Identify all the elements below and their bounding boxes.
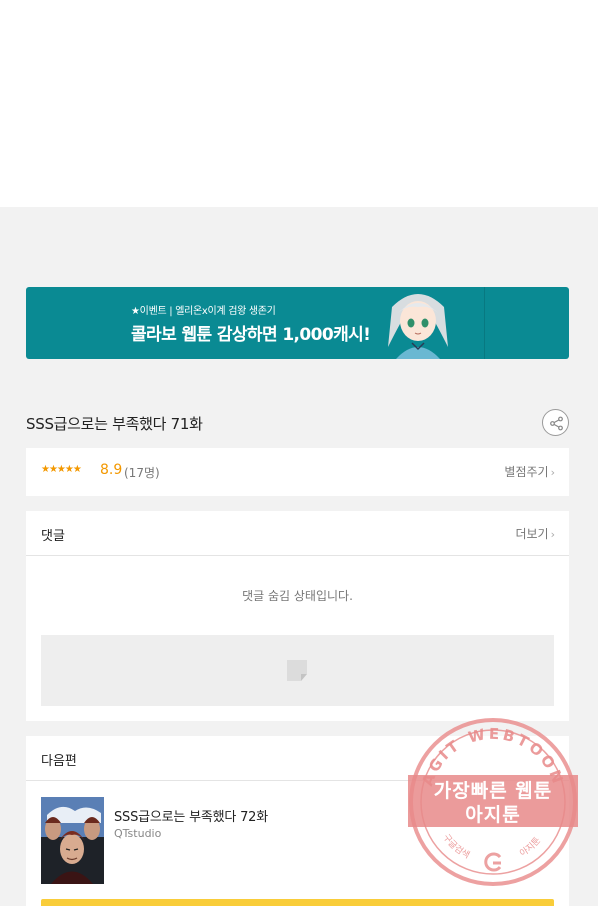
comments-more-label: 더보기 (515, 527, 549, 541)
next-episode-thumbnail[interactable] (41, 797, 104, 884)
rating-score: 8.9 (100, 462, 123, 478)
share-icon (550, 416, 563, 431)
comments-more-button[interactable]: 더보기 › (515, 525, 555, 542)
next-episode-title[interactable]: SSS급으로는 부족했다 72화 (114, 806, 268, 825)
rate-button-label: 별점주기 (504, 465, 549, 479)
next-episode-studio: QTstudio (114, 827, 162, 840)
watermark-line2: 아지툰 (465, 804, 521, 826)
comments-title: 댓글 (41, 529, 65, 544)
note-icon (287, 660, 307, 681)
banner-title: 콜라보 웹툰 감상하면 1,000캐시! (131, 325, 371, 345)
banner-character-illustration (388, 294, 448, 359)
comments-card: 댓글 더보기 › 댓글 숨김 상태입니다. (26, 511, 569, 721)
watermark-line1: 가장빠른 웹툰 (433, 780, 553, 802)
banner-subtitle: ★이벤트 | 엘리온x이계 검왕 생존기 (131, 306, 276, 317)
comment-input-area[interactable] (41, 635, 554, 706)
banner-divider (484, 287, 485, 359)
episode-title: SSS급으로는 부족했다 71화 (26, 415, 203, 433)
chevron-right-icon: › (550, 528, 555, 541)
rating-stars-icon: ★★★★★ (41, 464, 82, 475)
share-button[interactable] (542, 409, 569, 436)
rating-card: ★★★★★ 8.9 (17명) 별점주기 › (26, 448, 569, 496)
comments-hidden-message: 댓글 숨김 상태입니다. (242, 589, 353, 603)
rate-button[interactable]: 별점주기 › (504, 463, 555, 480)
chevron-right-icon: › (550, 466, 555, 479)
next-episode-heading: 다음편 (41, 754, 77, 769)
rating-count: (17명) (124, 466, 160, 480)
content-blank-area (0, 0, 598, 207)
next-episode-view-button[interactable] (41, 899, 554, 906)
comments-header: 댓글 더보기 › (26, 511, 569, 556)
thumbnail-illustration (41, 797, 104, 884)
event-banner[interactable]: ★이벤트 | 엘리온x이계 검왕 생존기 콜라보 웹툰 감상하면 1,000캐시… (26, 287, 569, 359)
